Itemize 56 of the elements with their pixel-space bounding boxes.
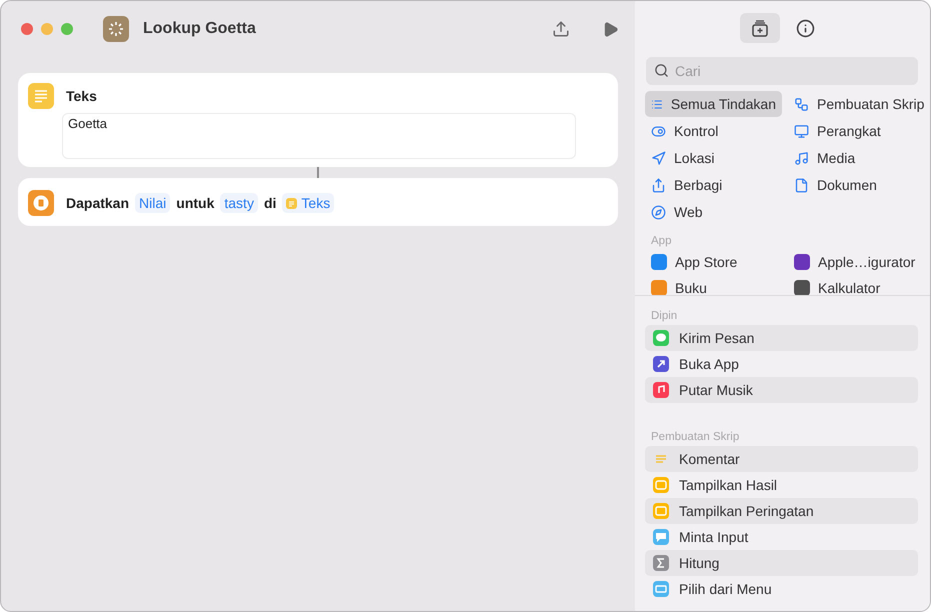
add-action-icon — [750, 18, 770, 38]
script-icon — [794, 96, 809, 112]
toggle-icon — [651, 124, 666, 138]
shortcut-icon — [103, 16, 129, 42]
category-item[interactable]: Perangkat — [788, 118, 930, 144]
window-title: Lookup Goetta — [143, 20, 257, 38]
text-input-field[interactable]: Goetta — [62, 113, 576, 159]
category-item[interactable]: Lokasi — [645, 145, 782, 171]
location-arrow-icon — [651, 150, 666, 166]
action-card[interactable]: Dapatkan Nilai untuk tasty di Teks — [18, 178, 618, 226]
compass-icon — [651, 204, 666, 220]
share-icon — [651, 178, 666, 192]
action-label: untuk — [176, 195, 214, 211]
category-item[interactable]: Web — [645, 199, 782, 225]
app-item[interactable]: Apple…igurator — [794, 249, 922, 275]
parameter-token[interactable]: tasty — [220, 193, 258, 213]
music-note-icon — [794, 150, 809, 166]
category-item[interactable]: Semua Tindakan — [645, 91, 782, 117]
section-heading: Pembuatan Skrip — [650, 430, 740, 445]
action-item[interactable]: Pilih dari Menu — [645, 576, 918, 602]
action-item[interactable]: Minta Input — [645, 524, 918, 550]
category-item[interactable]: Dokumen — [788, 172, 930, 198]
action-label: di — [264, 195, 276, 211]
action-item[interactable]: Kirim Pesan — [645, 325, 918, 351]
category-item[interactable]: Berbagi — [645, 172, 782, 198]
variable-token[interactable]: Teks — [282, 193, 334, 213]
run-button[interactable] — [602, 20, 619, 38]
category-item[interactable]: Pembuatan Skrip — [788, 91, 930, 117]
search-field[interactable]: Cari — [646, 57, 918, 85]
parameter-token[interactable]: Nilai — [135, 193, 170, 213]
text-variable-icon — [286, 198, 298, 208]
dictionary-icon — [28, 190, 54, 216]
action-item[interactable]: Tampilkan Hasil — [645, 472, 918, 498]
info-icon — [796, 18, 815, 38]
app-item[interactable]: App Store — [651, 249, 788, 275]
section-heading: App — [650, 234, 672, 249]
close-button[interactable] — [21, 23, 33, 35]
section-heading: Dipin — [650, 309, 678, 324]
action-library-tab[interactable] — [740, 13, 780, 43]
action-item[interactable]: Putar Musik — [645, 377, 918, 403]
text-lines-icon — [28, 83, 54, 109]
app-item[interactable]: Kalkulator — [794, 275, 922, 295]
category-item[interactable]: Kontrol — [645, 118, 782, 144]
share-button[interactable] — [552, 20, 570, 38]
monitor-icon — [794, 124, 809, 138]
document-icon — [794, 178, 809, 192]
search-icon — [654, 63, 669, 78]
app-item[interactable]: Buku — [651, 275, 788, 295]
action-item[interactable]: Hitung — [645, 550, 918, 576]
action-label: Dapatkan — [66, 195, 130, 211]
action-item[interactable]: Komentar — [645, 446, 918, 472]
action-item[interactable]: Buka App — [645, 351, 918, 377]
action-title: Teks — [66, 88, 97, 104]
action-item[interactable]: Tampilkan Peringatan — [645, 498, 918, 524]
category-item[interactable]: Media — [788, 145, 930, 171]
text-action-card[interactable]: Teks Goetta — [18, 73, 618, 167]
